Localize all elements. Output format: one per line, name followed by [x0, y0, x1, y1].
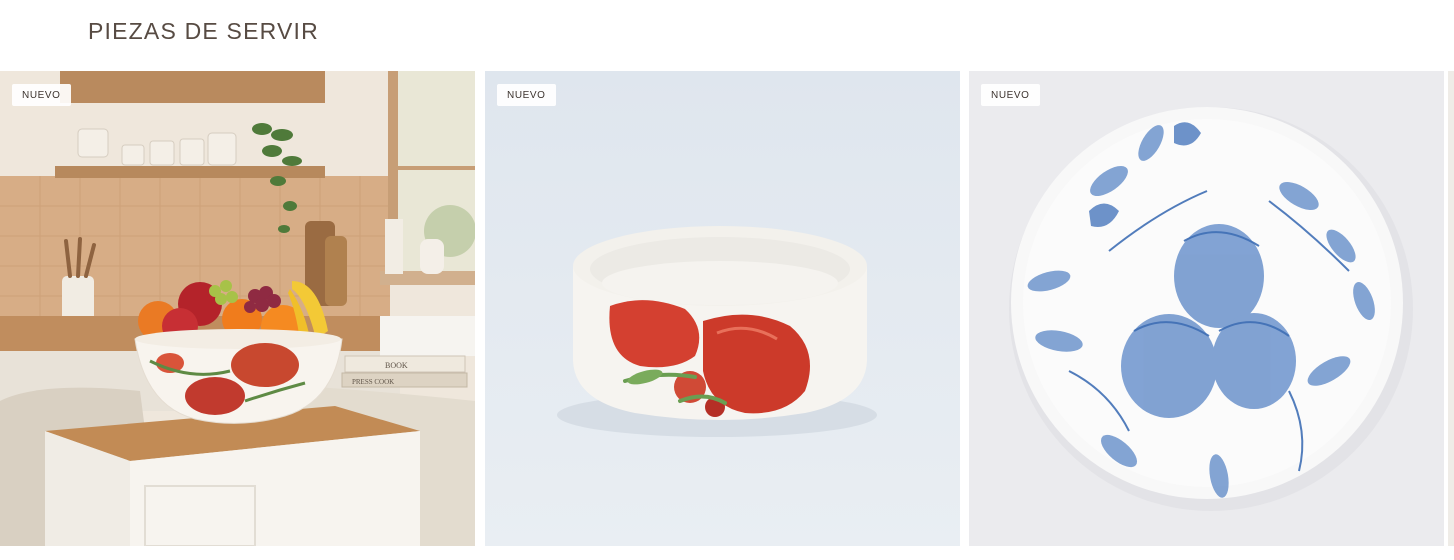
product-image-kitchen-fruit-bowl: BOOK PRESS COOK [0, 71, 475, 546]
product-image-serving-bowl [485, 71, 960, 546]
new-badge: NUEVO [12, 84, 71, 106]
product-card[interactable]: NUEVO [969, 71, 1444, 546]
section-title: PIEZAS DE SERVIR [88, 18, 319, 44]
product-card[interactable]: NUEVO [485, 71, 960, 546]
product-image-blue-plate [969, 71, 1444, 546]
book-label: BOOK [385, 361, 408, 370]
book-label: PRESS COOK [352, 378, 394, 386]
new-badge: NUEVO [981, 84, 1040, 106]
new-badge: NUEVO [497, 84, 556, 106]
next-card-edge [1448, 71, 1454, 546]
product-card[interactable]: BOOK PRESS COOK NUEVO [0, 71, 475, 546]
